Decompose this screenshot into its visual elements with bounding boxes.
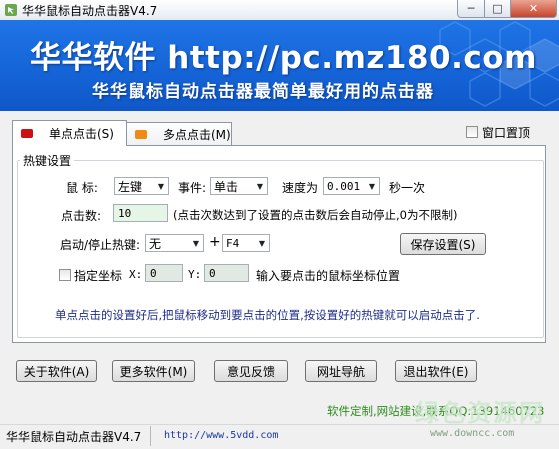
dropdown-arrow-icon: ▼ xyxy=(368,181,376,191)
instruction-text: 单点点击的设置好后,把鼠标移动到要点击的位置,按设置好的热键就可以启动点击了. xyxy=(55,308,480,322)
clicks-hint: (点击次数达到了设置的点击数后会自动停止,0为不限制) xyxy=(173,208,458,222)
watermark-url: www.downcc.com xyxy=(430,428,515,439)
speed-select[interactable]: 0.001 ▼ xyxy=(323,177,380,195)
about-button[interactable]: 关于软件(A) xyxy=(16,360,97,382)
dropdown-arrow-icon: ▼ xyxy=(192,238,200,248)
tab-label: 单点点击(S) xyxy=(49,127,114,141)
window-title: 华华鼠标自动点击器V4.7 xyxy=(22,4,158,18)
banner: 华华软件 http://pc.mz180.com 华华鼠标自动点击器最简单最好用… xyxy=(0,20,559,111)
hotkey-key-select[interactable]: F4 ▼ xyxy=(222,234,270,252)
save-settings-button[interactable]: 保存设置(S) xyxy=(400,233,486,255)
coords-hint: 输入要点击的鼠标坐标位置 xyxy=(256,269,401,283)
minimize-button[interactable]: ─ xyxy=(457,0,485,18)
dropdown-arrow-icon: ▼ xyxy=(256,181,264,191)
banner-subtitle: 华华鼠标自动点击器最简单最好用的点击器 xyxy=(92,82,434,102)
app-icon xyxy=(5,4,17,16)
close-button[interactable]: ✕ xyxy=(510,0,557,18)
red-square-icon xyxy=(21,129,33,138)
group-legend: 热键设置 xyxy=(20,152,75,169)
tab-single-click[interactable]: 单点点击(S) xyxy=(12,120,127,146)
exit-button[interactable]: 退出软件(E) xyxy=(395,360,477,382)
status-app-name: 华华鼠标自动点击器V4.7 xyxy=(6,430,142,444)
x-input[interactable]: 0 xyxy=(145,264,183,282)
plus-sign: + xyxy=(209,234,221,250)
feedback-button[interactable]: 意见反馈 xyxy=(214,360,288,382)
y-input[interactable]: 0 xyxy=(204,264,249,282)
event-label: 事件: xyxy=(178,181,207,195)
watermark-text: 绿色资源网 xyxy=(415,399,545,427)
maximize-button[interactable]: □ xyxy=(484,0,511,18)
status-url-link[interactable]: http://www.5vdd.com xyxy=(164,430,278,441)
more-software-button[interactable]: 更多软件(M) xyxy=(112,360,195,382)
event-select[interactable]: 单击 ▼ xyxy=(210,177,268,195)
orange-square-icon xyxy=(135,130,147,139)
speed-label: 速度为 xyxy=(282,181,319,195)
specify-coords-checkbox[interactable] xyxy=(59,269,71,281)
dropdown-arrow-icon: ▼ xyxy=(157,181,165,191)
clicks-input[interactable]: 10 xyxy=(113,204,168,222)
tab-label: 多点点击(M) xyxy=(163,128,231,142)
topmost-checkbox[interactable] xyxy=(466,126,478,138)
mouse-button-select[interactable]: 左键 ▼ xyxy=(114,177,169,195)
x-label: X: xyxy=(129,268,143,281)
tab-multi-click[interactable]: 多点点击(M) xyxy=(126,122,232,146)
topmost-label: 窗口置顶 xyxy=(482,126,531,140)
clicks-label: 点击数: xyxy=(61,209,102,223)
y-label: Y: xyxy=(188,268,202,281)
dropdown-arrow-icon: ▼ xyxy=(258,238,266,248)
mouse-label: 鼠 标: xyxy=(66,181,98,195)
coords-label: 指定坐标 xyxy=(74,269,123,283)
status-divider xyxy=(150,426,151,446)
nav-button[interactable]: 网址导航 xyxy=(305,360,377,382)
banner-title: 华华软件 http://pc.mz180.com xyxy=(30,40,537,76)
hotkey-modifier-select[interactable]: 无 ▼ xyxy=(145,234,204,252)
speed-unit: 秒一次 xyxy=(389,181,426,195)
hotkey-label: 启动/停止热键: xyxy=(60,238,141,252)
